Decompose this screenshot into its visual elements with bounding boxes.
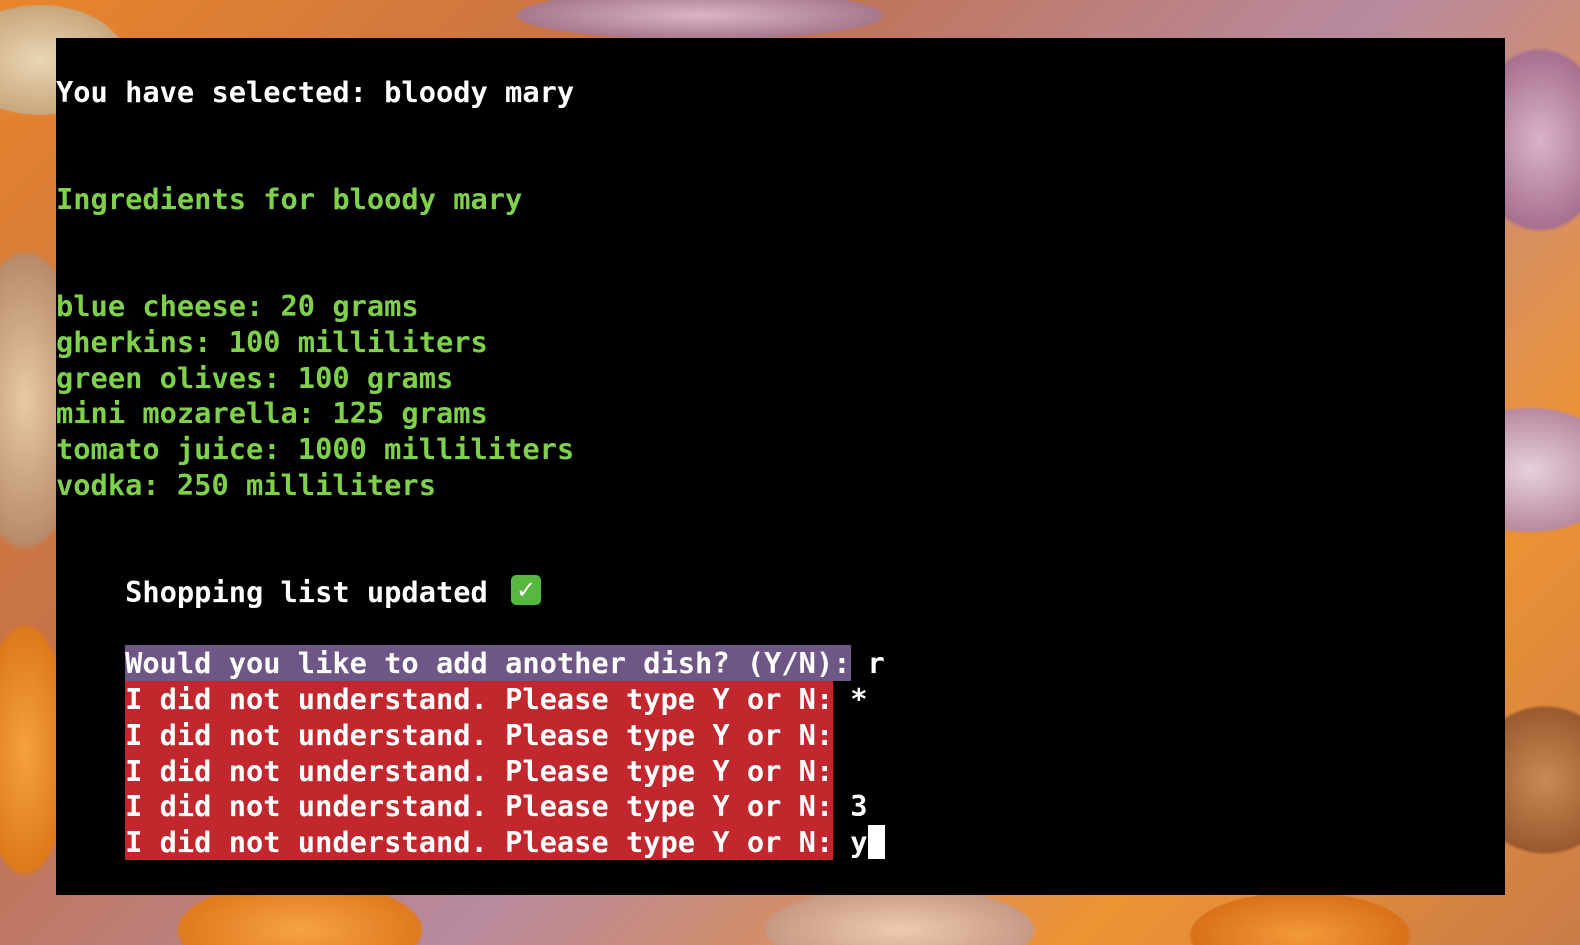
ingredient-line: green olives: 100 grams — [56, 361, 454, 395]
question-line: Would you like to add another dish? (Y/N… — [56, 609, 885, 681]
terminal-input[interactable]: y — [850, 824, 867, 860]
ingredients-heading: Ingredients for bloody mary — [56, 182, 523, 216]
terminal-window[interactable]: You have selected: bloody mary Ingredien… — [56, 38, 1505, 895]
ingredient-line: tomato juice: 1000 milliliters — [56, 432, 575, 466]
selected-dish-line: You have selected: bloody mary — [56, 75, 575, 109]
retry-prompt: I did not understand. Please type Y or N… — [125, 824, 834, 860]
check-mark-icon: ✓ — [511, 575, 542, 605]
input-line[interactable]: I did not understand. Please type Y or N… — [56, 788, 885, 860]
status-line: Shopping list updated ✓ — [56, 538, 542, 609]
retry-line: I did not understand. Please type Y or N… — [56, 645, 868, 717]
status-text: Shopping list updated — [125, 575, 488, 609]
retry-line: I did not understand. Please type Y or N… — [56, 681, 850, 753]
ingredient-line: mini mozarella: 125 grams — [56, 396, 488, 430]
retry-answer: * — [850, 682, 868, 716]
text-cursor — [867, 825, 885, 859]
ingredient-line: gherkins: 100 milliliters — [56, 325, 488, 359]
retry-line: I did not understand. Please type Y or N… — [56, 752, 868, 824]
retry-line: I did not understand. Please type Y or N… — [56, 717, 850, 789]
ingredient-line: vodka: 250 milliliters — [56, 468, 436, 502]
ingredient-line: blue cheese: 20 grams — [56, 289, 419, 323]
question-answer: r — [867, 646, 885, 680]
